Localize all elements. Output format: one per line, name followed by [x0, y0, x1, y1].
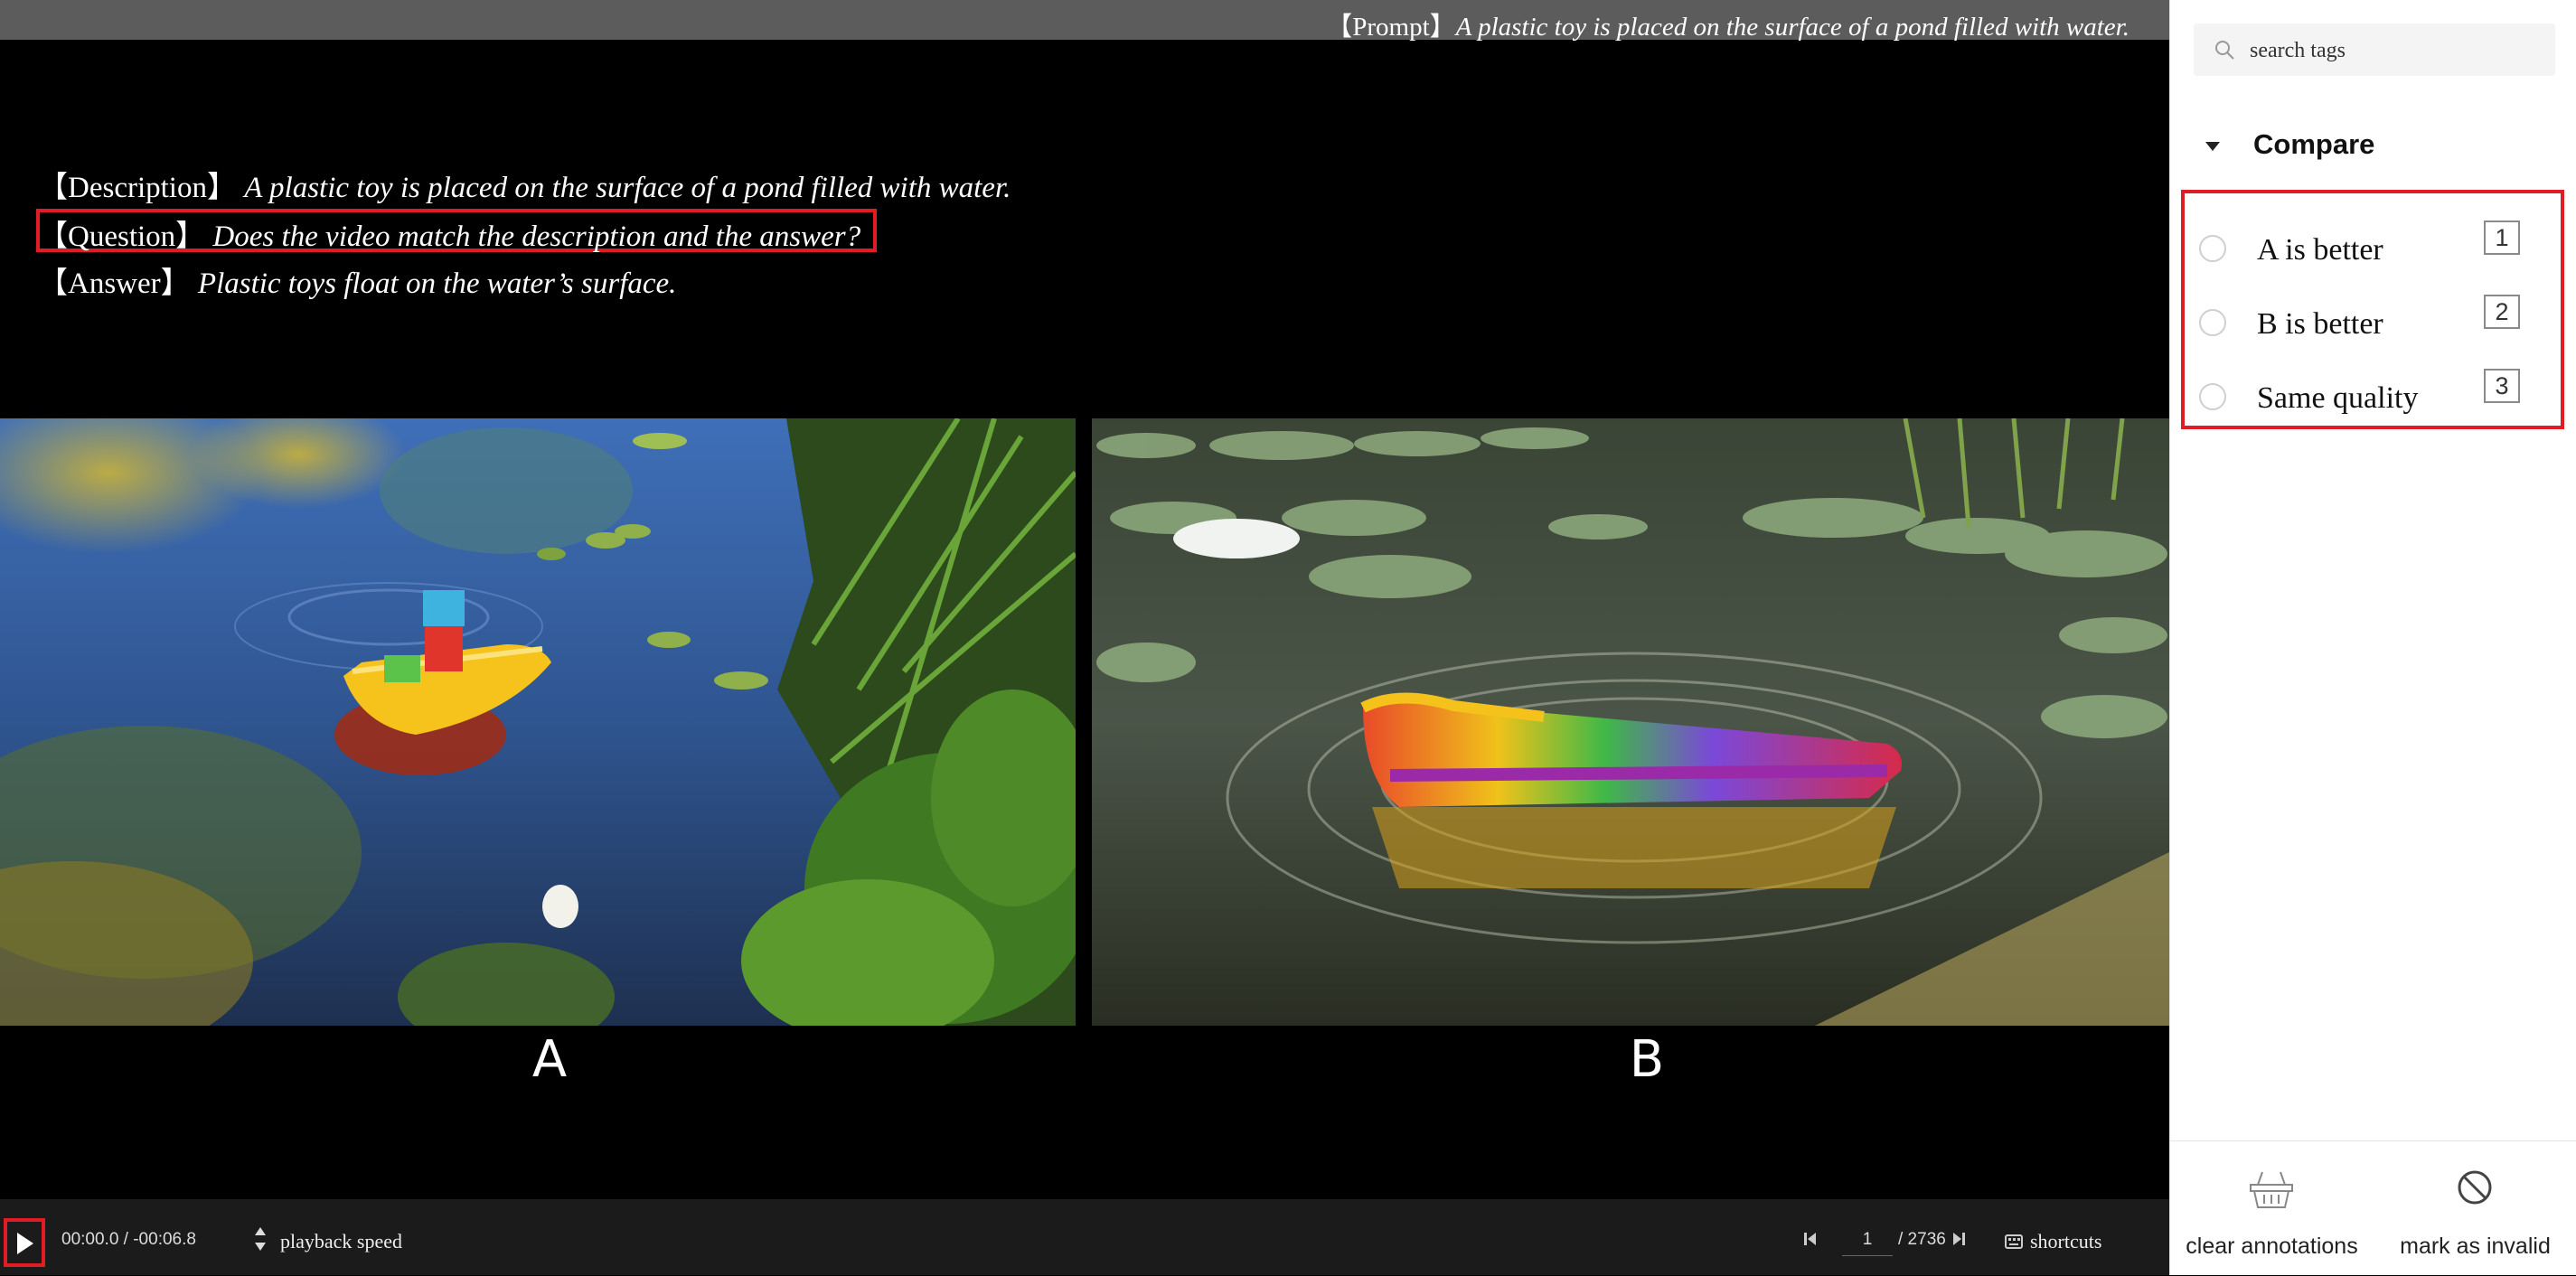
description-label: 【Description】 [38, 172, 237, 204]
updown-arrows-icon [255, 1227, 266, 1251]
video-b-label: B [1629, 1030, 1665, 1089]
option-label: B is better [2257, 307, 2383, 341]
question-label: 【Question】 [38, 220, 206, 253]
answer-text: Plastic toys float on the water’s surfac… [197, 267, 677, 300]
video-a-image [0, 418, 1076, 1026]
option-shortcut-key: 2 [2484, 295, 2520, 329]
page-total: / 2736 [1898, 1230, 1946, 1249]
time-display: 00:00.0 / -00:06.8 [61, 1230, 196, 1249]
option-label: A is better [2257, 233, 2383, 267]
question-text: Does the video match the description and… [212, 220, 861, 253]
option-shortcut-key: 1 [2484, 220, 2520, 255]
prompt-label: 【Prompt】 [1326, 13, 1456, 42]
page-number-input[interactable] [1842, 1224, 1893, 1256]
search-icon [2215, 41, 2234, 60]
option-b-is-better[interactable]: B is better 2 [2185, 280, 2561, 352]
shortcuts-button[interactable]: shortcuts [2001, 1224, 2137, 1257]
prompt-bar: 【Prompt】A plastic toy is placed on the s… [0, 0, 2169, 43]
compare-group-title: Compare [2253, 128, 2375, 160]
panel-footer: clear annotations mark as invalid [2170, 1140, 2576, 1276]
option-same-quality[interactable]: Same quality 3 [2185, 354, 2561, 427]
collapse-arrow-icon [2205, 142, 2220, 151]
option-radio[interactable] [2199, 383, 2226, 410]
prompt-value: A plastic toy is placed on the surface o… [1455, 13, 2129, 42]
mark-as-invalid-label: mark as invalid [2400, 1234, 2551, 1259]
option-shortcut-key: 3 [2484, 369, 2520, 403]
search-tags-input[interactable] [2248, 33, 2541, 69]
basket-icon [2250, 1171, 2293, 1208]
option-label: Same quality [2257, 381, 2419, 415]
keyboard-icon [2005, 1234, 2023, 1249]
description-line: 【Description】 A plastic toy is placed on… [38, 163, 1011, 206]
prohibited-icon [2458, 1170, 2492, 1205]
video-b-frame[interactable] [1092, 418, 2169, 1026]
mark-as-invalid-button[interactable]: mark as invalid [2374, 1141, 2576, 1276]
clear-annotations-button[interactable]: clear annotations [2170, 1141, 2374, 1276]
answer-label: 【Answer】 [38, 267, 191, 300]
playback-controls: 00:00.0 / -00:06.8 playback speed / 2736 [0, 1199, 2169, 1275]
video-a-frame[interactable] [0, 418, 1076, 1026]
answer-line: 【Answer】 Plastic toys float on the water… [38, 258, 676, 302]
play-button[interactable] [4, 1218, 45, 1267]
question-line: 【Question】 Does the video match the desc… [38, 211, 860, 255]
compare-options: A is better 1 B is better 2 Same quality… [2181, 190, 2564, 429]
shortcuts-label: shortcuts [2030, 1230, 2102, 1253]
option-a-is-better[interactable]: A is better 1 [2185, 206, 2561, 278]
prompt-text: 【Prompt】A plastic toy is placed on the s… [1326, 5, 2129, 43]
play-icon [17, 1233, 33, 1254]
clear-annotations-label: clear annotations [2186, 1234, 2358, 1259]
description-text: A plastic toy is placed on the surface o… [244, 172, 1011, 204]
option-radio[interactable] [2199, 235, 2226, 262]
video-viewer: 【Prompt】A plastic toy is placed on the s… [0, 0, 2169, 1275]
page-navigation: / 2736 [1799, 1221, 2007, 1257]
playback-speed-label: playback speed [280, 1230, 402, 1253]
search-box [2194, 23, 2555, 76]
video-b-image [1092, 418, 2169, 1026]
annotation-panel: Compare A is better 1 B is better 2 Same… [2169, 0, 2576, 1275]
last-page-icon[interactable] [1952, 1232, 1965, 1246]
option-radio[interactable] [2199, 309, 2226, 336]
compare-group-header[interactable]: Compare [2205, 125, 2476, 164]
first-page-icon[interactable] [1804, 1232, 1817, 1246]
video-a-label: A [531, 1030, 568, 1089]
